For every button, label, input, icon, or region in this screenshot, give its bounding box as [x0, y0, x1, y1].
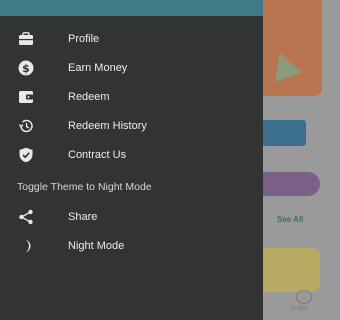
drawer-header — [0, 0, 263, 16]
menu-item-label: Redeem — [68, 91, 110, 103]
verified-shield-icon — [17, 146, 35, 164]
navigation-drawer: Profile $ Earn Money Redeem Redeem Histo… — [0, 0, 263, 320]
blue-banner — [262, 120, 306, 146]
menu-item-share[interactable]: Share — [0, 205, 263, 229]
purple-banner — [262, 172, 320, 196]
history-icon — [17, 117, 35, 135]
share-icon — [17, 208, 35, 226]
profile-nav-icon — [296, 290, 312, 304]
menu-item-earn-money[interactable]: $ Earn Money — [0, 56, 263, 80]
yellow-card — [262, 248, 320, 292]
menu-item-label: Earn Money — [68, 62, 128, 74]
dollar-icon: $ — [17, 59, 35, 77]
see-all-link: See All — [277, 215, 304, 224]
menu-item-contract-us[interactable]: Contract Us — [0, 143, 263, 167]
moon-icon — [17, 237, 35, 255]
promo-card — [262, 0, 322, 96]
menu-item-night-mode[interactable]: Night Mode — [0, 234, 263, 258]
menu-item-profile[interactable]: Profile — [0, 27, 263, 51]
menu-item-label: Profile — [68, 33, 100, 45]
menu-item-label: Night Mode — [68, 240, 125, 252]
wallet-icon — [17, 88, 35, 106]
menu-item-label: Contract Us — [68, 149, 127, 161]
section-title-theme: Toggle Theme to Night Mode — [17, 181, 152, 193]
menu-item-label: Redeem History — [68, 120, 147, 132]
briefcase-icon — [17, 30, 35, 48]
svg-text:$: $ — [22, 62, 30, 75]
menu-item-redeem-history[interactable]: Redeem History — [0, 114, 263, 138]
menu-item-label: Share — [68, 211, 98, 223]
menu-item-redeem[interactable]: Redeem — [0, 85, 263, 109]
profile-nav-label: Profile — [291, 306, 309, 312]
